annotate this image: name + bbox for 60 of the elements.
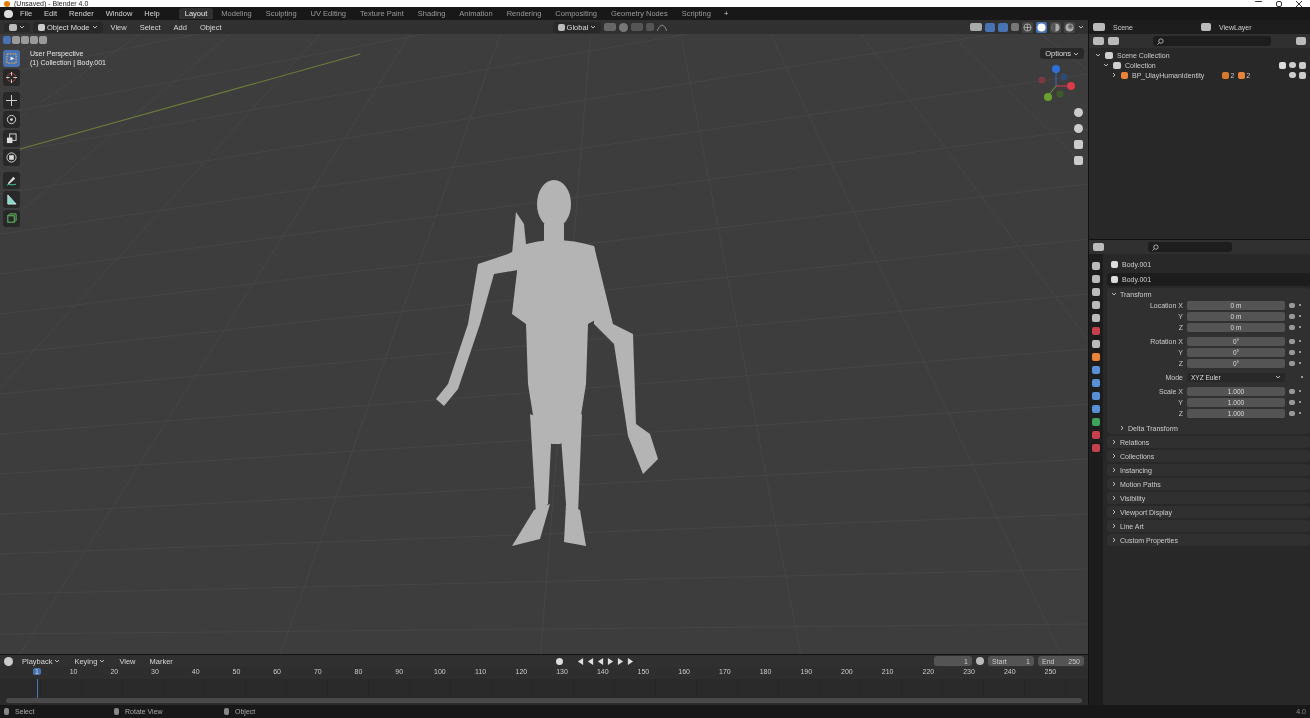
caret-icon: [1111, 509, 1117, 515]
editor-type-button[interactable]: [4, 22, 30, 32]
caret-icon: [91, 24, 98, 30]
caret-icon: [1073, 50, 1079, 57]
jump-end-icon[interactable]: [626, 657, 634, 665]
tool-button[interactable]: [3, 149, 20, 166]
transform-icon: [6, 152, 17, 163]
falloff-curve-icon[interactable]: [657, 23, 668, 31]
prev-key-icon[interactable]: [586, 657, 594, 665]
shading-mode-button[interactable]: [1050, 21, 1061, 33]
caret-icon: [1111, 523, 1117, 529]
caret-icon: [54, 658, 61, 664]
tool-button[interactable]: [3, 172, 20, 189]
caret-icon: [1111, 453, 1117, 459]
scrollbar[interactable]: [6, 698, 1082, 703]
shading-mode-button[interactable]: [1064, 21, 1075, 33]
shading-mode-button[interactable]: [1036, 21, 1047, 33]
search-field[interactable]: [1153, 36, 1271, 46]
tool-button[interactable]: [3, 210, 20, 227]
caret-icon: [99, 658, 106, 664]
search-icon: [1157, 37, 1164, 45]
crosshair-icon: [6, 72, 17, 83]
record-icon[interactable]: [555, 657, 563, 665]
caret-icon: [1119, 425, 1125, 431]
caret-icon: [590, 24, 597, 30]
caret-icon[interactable]: [1078, 24, 1084, 30]
jump-start-icon[interactable]: [576, 657, 584, 665]
expand-caret-icon[interactable]: [1095, 52, 1101, 58]
caret-icon: [1275, 374, 1281, 380]
cube-plus-icon: [6, 213, 17, 224]
caret-icon: [1111, 495, 1117, 501]
tool-button[interactable]: [3, 191, 20, 208]
expand-caret-icon[interactable]: [1103, 62, 1109, 68]
caret-icon: [1111, 291, 1117, 297]
tool-button[interactable]: [3, 92, 20, 109]
search-field[interactable]: [1148, 242, 1232, 252]
axis-gizmo-drawing[interactable]: [1036, 64, 1076, 104]
app-logo-icon: [4, 1, 10, 7]
scale-icon: [6, 133, 17, 144]
tool-button[interactable]: [3, 130, 20, 147]
next-key-icon[interactable]: [616, 657, 624, 665]
close-icon[interactable]: [1296, 1, 1302, 7]
caret-icon: [1111, 467, 1117, 473]
caret-icon: [19, 24, 25, 30]
play-icon[interactable]: [606, 657, 614, 665]
move-arrows-icon: [6, 95, 17, 106]
checkbox[interactable]: [1279, 61, 1286, 69]
caret-icon: [1111, 481, 1117, 487]
select-box-icon: [6, 53, 17, 64]
pencil-icon: [6, 175, 17, 186]
expand-caret-icon[interactable]: [1111, 72, 1117, 78]
ruler-triangle-icon: [6, 194, 17, 205]
tool-button[interactable]: [3, 111, 20, 128]
caret-icon: [1111, 537, 1117, 543]
shading-mode-button[interactable]: [1022, 21, 1033, 33]
rotate-icon: [6, 114, 17, 125]
search-icon: [1152, 243, 1159, 251]
tool-button[interactable]: [3, 69, 20, 86]
caret-icon: [1111, 439, 1117, 445]
play-reverse-icon[interactable]: [596, 657, 604, 665]
